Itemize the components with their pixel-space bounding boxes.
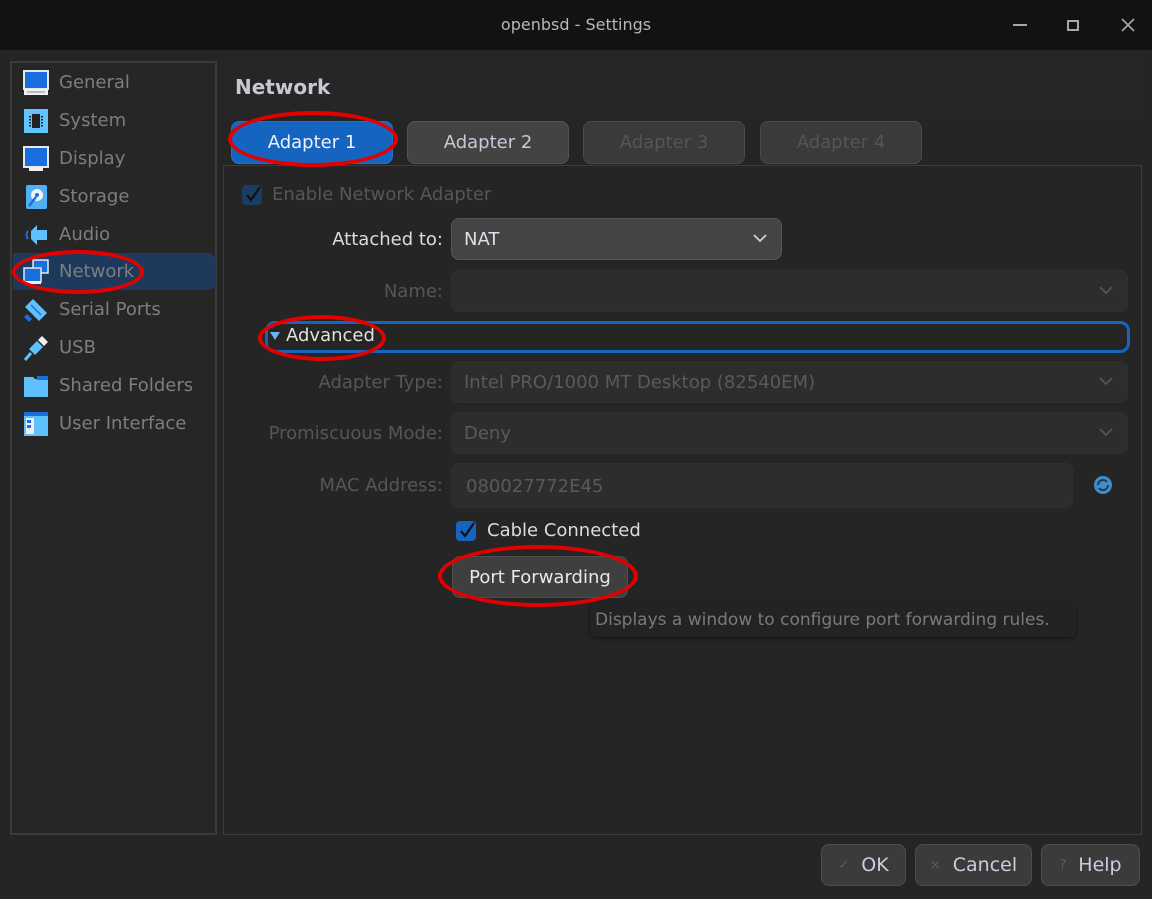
chevron-down-icon <box>1099 377 1113 386</box>
check-icon: ✓ <box>838 857 850 873</box>
cancel-button[interactable]: × Cancel <box>915 844 1032 886</box>
sidebar-item-label: Storage <box>59 186 130 207</box>
window-icon <box>23 411 49 437</box>
tab-adapter-2[interactable]: Adapter 2 <box>407 121 569 164</box>
folder-icon <box>23 373 49 399</box>
maximize-icon <box>1067 19 1079 31</box>
display-icon <box>23 145 49 172</box>
adapter-type-dropdown[interactable]: Intel PRO/1000 MT Desktop (82540EM) <box>451 361 1128 403</box>
tab-adapter-1[interactable]: Adapter 1 <box>231 121 393 164</box>
sidebar-item-label: General <box>59 72 130 93</box>
sidebar-item-serial-ports[interactable]: Serial Ports <box>13 291 216 328</box>
advanced-label[interactable]: Advanced <box>286 325 375 346</box>
chevron-down-icon <box>753 234 767 243</box>
close-button[interactable] <box>1113 12 1143 38</box>
help-button[interactable]: ? Help <box>1041 844 1140 886</box>
enable-adapter-checkbox[interactable] <box>242 185 262 205</box>
cancel-icon: × <box>929 857 941 873</box>
mac-address-field[interactable]: 080027772E45 <box>451 463 1073 508</box>
disk-icon <box>23 184 49 210</box>
sidebar-item-label: Network <box>59 261 135 282</box>
attached-to-dropdown[interactable]: NAT <box>451 218 782 260</box>
chevron-down-icon <box>1099 428 1113 437</box>
promiscuous-mode-label: Promiscuous Mode: <box>268 423 443 444</box>
chevron-down-icon <box>1099 286 1113 295</box>
port-forwarding-button[interactable]: Port Forwarding <box>452 556 628 598</box>
help-icon: ? <box>1059 857 1067 873</box>
adapter-type-value: Intel PRO/1000 MT Desktop (82540EM) <box>464 371 816 393</box>
minimize-icon <box>1013 24 1027 26</box>
checkmark-icon <box>246 186 261 202</box>
maximize-button[interactable] <box>1058 12 1088 38</box>
regenerate-mac-button[interactable] <box>1093 475 1113 495</box>
monitor-icon <box>23 69 49 96</box>
close-icon <box>1121 18 1135 32</box>
expand-arrow-icon <box>270 332 280 340</box>
sidebar-item-label: USB <box>59 337 96 358</box>
sidebar-item-label: System <box>59 110 127 131</box>
sidebar-item-label: Serial Ports <box>59 299 161 320</box>
cable-connected-label: Cable Connected <box>487 520 641 541</box>
window-title: openbsd - Settings <box>500 15 652 34</box>
enable-adapter-label: Enable Network Adapter <box>272 184 492 205</box>
cable-connected-checkbox[interactable] <box>456 521 476 541</box>
serial-port-icon <box>23 297 49 323</box>
mac-address-label: MAC Address: <box>319 475 443 496</box>
sidebar-item-label: User Interface <box>59 413 187 434</box>
sidebar-item-general[interactable]: General <box>13 64 216 101</box>
name-label: Name: <box>383 281 443 302</box>
help-label: Help <box>1078 854 1122 876</box>
title-bar: openbsd - Settings <box>0 0 1152 50</box>
refresh-icon <box>1094 476 1112 494</box>
promiscuous-mode-value: Deny <box>464 422 511 444</box>
tab-adapter-3[interactable]: Adapter 3 <box>583 121 745 164</box>
ok-button[interactable]: ✓ OK <box>821 844 906 886</box>
minimize-button[interactable] <box>1005 12 1035 38</box>
attached-to-label: Attached to: <box>332 229 443 250</box>
adapter-type-label: Adapter Type: <box>318 372 443 393</box>
cancel-label: Cancel <box>952 854 1018 876</box>
port-forwarding-tooltip: Displays a window to configure port forw… <box>590 603 1076 637</box>
sidebar-item-label: Display <box>59 148 126 169</box>
sidebar-item-network[interactable]: Network <box>13 253 216 290</box>
promiscuous-mode-dropdown[interactable]: Deny <box>451 412 1128 454</box>
usb-icon <box>23 335 49 361</box>
attached-to-value: NAT <box>464 228 500 250</box>
sidebar-item-storage[interactable]: Storage <box>13 178 216 215</box>
page-title: Network <box>235 75 331 99</box>
page-header <box>224 62 1142 114</box>
tab-adapter-4[interactable]: Adapter 4 <box>760 121 922 164</box>
sidebar-item-audio[interactable]: Audio <box>13 216 216 253</box>
checkmark-icon <box>460 522 475 538</box>
advanced-section-toggle[interactable] <box>265 321 1130 353</box>
sidebar-item-label: Audio <box>59 224 111 245</box>
chip-icon <box>23 108 49 134</box>
sidebar-item-user-interface[interactable]: User Interface <box>13 405 216 442</box>
sidebar-item-label: Shared Folders <box>59 375 194 396</box>
settings-window: openbsd - Settings General System Displa… <box>0 0 1152 899</box>
ok-label: OK <box>861 854 889 876</box>
sidebar-item-system[interactable]: System <box>13 102 216 139</box>
network-icon <box>23 258 49 285</box>
sidebar-item-usb[interactable]: USB <box>13 329 216 366</box>
settings-sidebar: General System Display Storage Audio Net… <box>10 61 217 835</box>
sidebar-item-shared-folders[interactable]: Shared Folders <box>13 367 216 404</box>
sidebar-item-display[interactable]: Display <box>13 140 216 177</box>
name-dropdown[interactable] <box>451 270 1128 312</box>
speaker-icon <box>23 222 49 248</box>
